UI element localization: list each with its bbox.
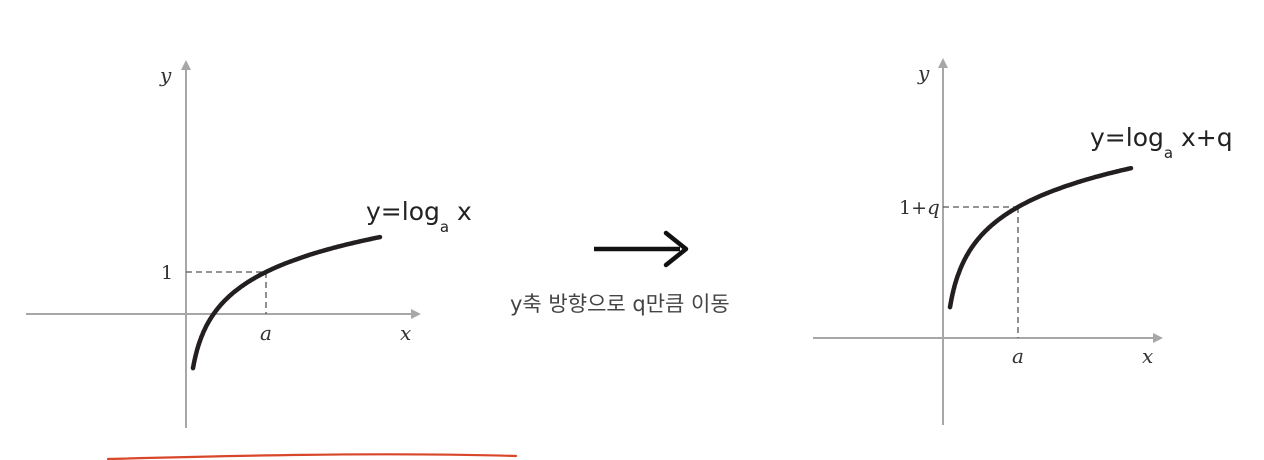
left-y-axis-label: y: [159, 63, 172, 87]
right-log-curve: [947, 165, 1134, 310]
left-graph: y x 1 a y=loga x: [26, 60, 472, 428]
right-x-axis-label: x: [1142, 344, 1153, 368]
right-y-axis-label: y: [917, 61, 930, 85]
svg-text:y=loga x: y=loga x: [366, 197, 472, 236]
transition: y축 방향으로 q만큼 이동: [510, 230, 730, 316]
left-log-curve: [190, 234, 383, 371]
right-y-tick-label: 1+q: [899, 195, 940, 219]
red-underline-annotation: [106, 453, 518, 460]
svg-text:y=loga x+q: y=loga x+q: [1090, 123, 1233, 162]
right-equation: y=loga x+q: [1090, 123, 1233, 162]
right-graph: y x 1+q a y=loga x+q: [813, 58, 1233, 425]
left-x-axis-label: x: [400, 321, 411, 345]
left-y-tick-label: 1: [161, 262, 173, 284]
right-equation-base: a: [1164, 144, 1173, 162]
right-equation-main: y=log: [1090, 123, 1164, 152]
right-x-tick-label: a: [1012, 344, 1024, 368]
left-equation-base: a: [440, 218, 449, 236]
right-y-tick-one: 1+: [899, 197, 927, 219]
right-y-tick-q: q: [927, 195, 940, 219]
left-x-tick-label: a: [260, 321, 272, 345]
left-equation-tail: x: [449, 197, 472, 226]
left-equation: y=loga x: [366, 197, 472, 236]
diagram-canvas: y x 1 a y=loga x y축 방향으로 q만큼 이동 y x 1+q …: [26, 58, 1233, 460]
transition-caption: y축 방향으로 q만큼 이동: [510, 292, 730, 316]
right-equation-tail: x+q: [1173, 123, 1233, 152]
left-equation-main: y=log: [366, 197, 440, 226]
